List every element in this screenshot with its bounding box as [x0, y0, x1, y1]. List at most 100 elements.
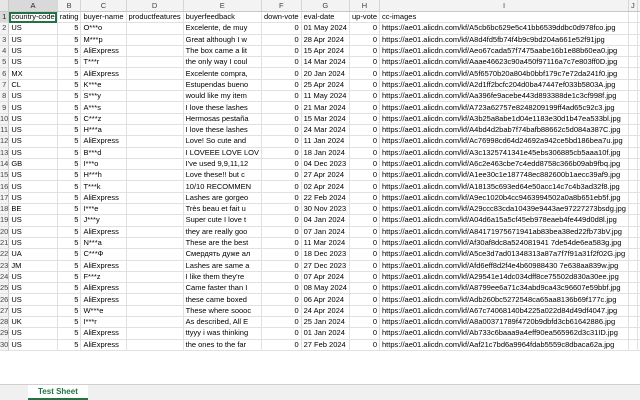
row-header[interactable]: 30 — [0, 339, 10, 351]
cell[interactable]: S***y — [80, 90, 127, 103]
cell[interactable]: 5 — [57, 79, 82, 92]
row-header[interactable]: 6 — [0, 67, 10, 80]
cell[interactable]: 0 — [261, 101, 302, 114]
cell[interactable] — [126, 271, 184, 284]
cell[interactable] — [628, 339, 638, 351]
cell[interactable] — [126, 45, 184, 58]
cell[interactable]: US — [8, 169, 58, 182]
cell[interactable]: https://ae01.alicdn.com/kf/Aaae46623c90a… — [379, 56, 629, 69]
cell[interactable]: JM — [8, 260, 58, 272]
cell[interactable]: AliExpress — [80, 282, 127, 295]
sheet-tab-test-sheet[interactable]: Test Sheet — [28, 385, 88, 400]
cell[interactable]: 22 Feb 2024 — [301, 192, 350, 205]
cell[interactable]: BE — [8, 203, 58, 216]
row-header[interactable]: 26 — [0, 293, 10, 306]
cell[interactable]: https://ae01.alicdn.com/kf/Aaf21c7bd6a99… — [379, 339, 629, 351]
row-header[interactable]: 22 — [0, 248, 10, 261]
cell[interactable]: 0 — [261, 147, 302, 159]
row-header[interactable]: 11 — [0, 124, 10, 137]
cell[interactable] — [628, 147, 638, 159]
cell[interactable]: US — [8, 135, 58, 148]
cell[interactable]: 5 — [57, 192, 82, 205]
cell[interactable]: 11 Jan 2024 — [301, 135, 350, 148]
cell[interactable]: F***z — [80, 271, 127, 284]
cell[interactable] — [628, 293, 638, 306]
cell[interactable]: H***h — [80, 169, 127, 182]
cell[interactable]: US — [8, 22, 58, 35]
cell[interactable]: https://ae01.alicdn.com/kf/A8799ee6a71c3… — [379, 282, 629, 295]
cell[interactable] — [628, 203, 638, 216]
cell[interactable]: AliExpress — [80, 293, 127, 306]
cell[interactable]: 5 — [57, 293, 82, 306]
cell[interactable]: 0 — [349, 158, 381, 171]
cell[interactable]: Lashes are gorgeo — [183, 192, 263, 205]
row-header[interactable]: 18 — [0, 203, 10, 216]
cell[interactable]: 0 — [261, 113, 302, 125]
cell[interactable]: cc-images — [379, 11, 629, 24]
cell[interactable] — [628, 158, 638, 171]
cell[interactable]: 0 — [261, 192, 302, 205]
cell[interactable]: US — [8, 56, 58, 69]
cell[interactable]: O***o — [80, 22, 127, 35]
cell[interactable] — [126, 56, 184, 69]
cell[interactable]: 11 Mar 2024 — [301, 237, 350, 250]
column-header-e[interactable]: E — [183, 0, 263, 12]
cell[interactable]: Came faster than I — [183, 282, 263, 295]
cell[interactable]: 25 Apr 2024 — [301, 79, 350, 92]
cell[interactable]: US — [8, 113, 58, 125]
row-header[interactable]: 14 — [0, 158, 10, 171]
column-header-h[interactable]: H — [349, 0, 381, 12]
cell[interactable]: 15 Mar 2024 — [301, 113, 350, 125]
cell[interactable] — [628, 237, 638, 250]
cell[interactable]: 18 Dec 2023 — [301, 248, 350, 261]
cell[interactable]: 0 — [349, 260, 381, 272]
cell[interactable]: 0 — [349, 282, 381, 295]
cell[interactable]: 0 — [349, 34, 381, 46]
cell[interactable]: I love these lashes — [183, 101, 263, 114]
cell[interactable]: UA — [8, 248, 58, 261]
cell[interactable]: 5 — [57, 226, 82, 238]
cell[interactable] — [126, 113, 184, 125]
cell[interactable]: US — [8, 214, 58, 227]
cell[interactable]: US — [8, 293, 58, 306]
cell[interactable] — [628, 260, 638, 272]
cell[interactable]: 0 — [261, 316, 302, 329]
row-header[interactable]: 29 — [0, 327, 10, 340]
cell[interactable] — [126, 101, 184, 114]
cell[interactable] — [126, 158, 184, 171]
cell[interactable]: 0 — [261, 34, 302, 46]
cell[interactable]: US — [8, 124, 58, 137]
cell[interactable] — [628, 192, 638, 205]
cell[interactable]: 24 Apr 2024 — [301, 305, 350, 318]
cell[interactable] — [628, 135, 638, 148]
cell[interactable]: rating — [57, 11, 82, 24]
cell[interactable]: GB — [8, 158, 58, 171]
cell[interactable]: 0 — [261, 22, 302, 35]
cell[interactable]: AliExpress — [80, 260, 127, 272]
cell[interactable]: AliExpress — [80, 226, 127, 238]
cell[interactable]: I love these lashes — [183, 124, 263, 137]
cell[interactable]: US — [8, 147, 58, 159]
cell[interactable]: buyerfeedback — [183, 11, 263, 24]
cell[interactable]: https://ae01.alicdn.com/kf/A5f6570b20a80… — [379, 67, 629, 80]
cell[interactable]: B***d — [80, 147, 127, 159]
cell[interactable] — [628, 180, 638, 193]
cell[interactable]: US — [8, 45, 58, 58]
cell[interactable]: 0 — [349, 45, 381, 58]
cell[interactable] — [628, 124, 638, 137]
cell[interactable]: 0 — [349, 192, 381, 205]
cell[interactable]: 0 — [261, 90, 302, 103]
cell[interactable]: productfeatures — [126, 11, 184, 24]
column-header-i[interactable]: I — [379, 0, 629, 12]
cell[interactable]: down-vote — [261, 11, 302, 24]
cell[interactable]: US — [8, 34, 58, 46]
cell[interactable]: 02 Apr 2024 — [301, 180, 350, 193]
cell[interactable]: 0 — [349, 135, 381, 148]
cell[interactable]: 0 — [261, 327, 302, 340]
cell[interactable]: 5 — [57, 214, 82, 227]
cell[interactable]: 0 — [261, 203, 302, 216]
cell[interactable]: I like them they're — [183, 271, 263, 284]
cell[interactable]: 5 — [57, 180, 82, 193]
cell[interactable]: 0 — [349, 79, 381, 92]
cell[interactable]: CL — [8, 79, 58, 92]
